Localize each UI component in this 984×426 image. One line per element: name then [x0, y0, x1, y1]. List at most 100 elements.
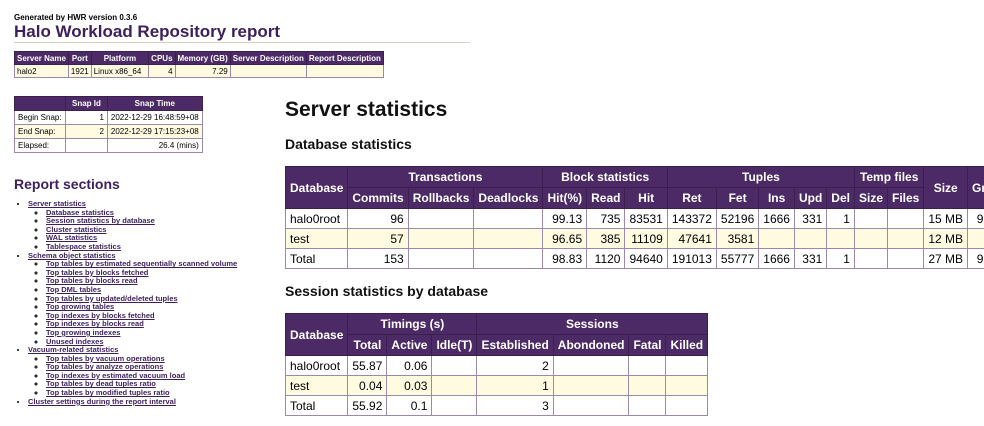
- server-info-header-row: Server Name Port Platform CPUs Memory (G…: [14, 51, 384, 65]
- session-value-cell: 0.04: [347, 375, 388, 396]
- db-value-cell: 331: [793, 208, 828, 229]
- th-sessions: Sessions: [476, 313, 709, 335]
- db-value-cell: 27 MB: [923, 248, 969, 269]
- snap-label: End Snap:: [14, 124, 66, 139]
- db-sub-header: Ret: [666, 187, 717, 209]
- session-sub-header: Abondoned: [552, 334, 630, 356]
- database-statistics-table: Database Transactions Block statistics T…: [284, 166, 984, 269]
- session-value-cell: 55.92: [347, 395, 388, 416]
- cpus-cell: 4: [148, 64, 176, 78]
- db-value-cell: 143372: [666, 208, 717, 229]
- snap-table: Snap Id Snap Time Begin Snap: 1 2022-12-…: [14, 96, 203, 153]
- session-statistics-heading: Session statistics by database: [285, 283, 489, 299]
- session-value-cell: 1: [476, 375, 554, 396]
- session-statistics-table: Database Timings (s) Sessions Total Activ…: [284, 313, 709, 416]
- th-report-description: Report Description: [305, 51, 384, 65]
- db-value-cell: 96: [347, 208, 409, 229]
- session-table-row: Total 55.92 0.1 3: [284, 395, 709, 416]
- report-title: Halo Workload Repository report: [14, 22, 281, 41]
- db-value-cell: 98.83: [542, 248, 588, 269]
- snap-row: End Snap: 2 2022-12-29 17:15:23+08: [14, 124, 203, 139]
- db-sub-header: Fet: [715, 187, 760, 209]
- db-value-cell: [886, 208, 925, 229]
- db-value-cell: 94640: [624, 248, 668, 269]
- server-info-table: Server Name Port Platform CPUs Memory (G…: [14, 51, 384, 78]
- db-value-cell: [826, 228, 855, 249]
- th-database: Database: [284, 166, 349, 209]
- db-value-cell: 1120: [586, 248, 626, 269]
- session-sub-header: Total: [347, 334, 388, 356]
- session-value-cell: 3: [476, 395, 554, 416]
- th-timings: Timings (s): [347, 313, 478, 335]
- session-value-cell: 2: [476, 355, 554, 376]
- report-section-group: Cluster settings during the report inter…: [28, 397, 237, 407]
- session-table-body: halo0root 55.87 0.06 2 test 0.04 0.03 1 Total 55.…: [284, 355, 709, 416]
- report-section-group: Vacuum-related statisticsTop tables by v…: [28, 345, 237, 398]
- database-statistics-heading: Database statistics: [285, 136, 412, 152]
- db-name-cell: halo0root: [284, 208, 349, 229]
- server-name-cell: halo2: [14, 64, 69, 78]
- session-value-cell: [628, 375, 667, 396]
- db-sub-header-row: Commits Rollbacks Deadlocks Hit(%) Read Hit Re…: [286, 187, 984, 209]
- db-value-cell: 55777: [715, 248, 760, 269]
- db-sub-header: Commits: [347, 187, 409, 209]
- db-value-cell: [407, 248, 475, 269]
- db-value-cell: 1666: [758, 208, 795, 229]
- th-temp-files: Temp files: [853, 166, 925, 188]
- db-value-cell: [407, 228, 475, 249]
- memory-cell: 7.29: [174, 64, 231, 78]
- session-db-cell: halo0root: [284, 355, 349, 376]
- session-sub-header: Killed: [665, 334, 709, 356]
- snap-time: 26.4 (mins): [106, 138, 203, 153]
- snap-row: Elapsed: 26.4 (mins): [14, 138, 203, 153]
- db-value-cell: [473, 208, 544, 229]
- session-value-cell: [431, 355, 478, 376]
- db-sub-header: Read: [586, 187, 626, 209]
- db-name-cell: test: [284, 228, 349, 249]
- session-sub-header: Established: [476, 334, 554, 356]
- session-value-cell: [665, 395, 709, 416]
- db-sub-header: Size: [853, 187, 889, 209]
- generated-by-text: Generated by HWR version 0.3.6: [14, 13, 138, 22]
- session-sub-header: Fatal: [628, 334, 667, 356]
- session-group-header-row: Database Timings (s) Sessions: [284, 313, 709, 356]
- db-table-body: halo0root 96 99.13 735 83531 143372 52196 1666 3…: [284, 208, 984, 269]
- server-description-cell: [229, 64, 307, 78]
- session-value-cell: [431, 395, 478, 416]
- report-section-group: Server statisticsDatabase statisticsSess…: [28, 199, 237, 252]
- db-value-cell: 83531: [624, 208, 668, 229]
- server-info-row: halo2 1921 Linux x86_64 4 7.29: [14, 64, 384, 78]
- db-value-cell: [886, 228, 925, 249]
- th-block-statistics: Block statistics: [542, 166, 668, 188]
- session-value-cell: 0.03: [386, 375, 433, 396]
- session-table-row: test 0.04 0.03 1: [284, 375, 709, 396]
- snap-header-row: Snap Id Snap Time: [14, 96, 203, 111]
- platform-cell: Linux x86_64: [90, 64, 150, 78]
- db-value-cell: 57: [347, 228, 409, 249]
- th-snap-time: Snap Time: [106, 96, 203, 111]
- report-description-cell: [305, 64, 384, 78]
- session-value-cell: [665, 355, 709, 376]
- db-sub-header: Rollbacks: [407, 187, 475, 209]
- report-subsection-list: Top tables by vacuum operationsTop table…: [28, 354, 237, 398]
- title-divider: [14, 42, 470, 43]
- session-db-cell: test: [284, 375, 349, 396]
- db-value-cell: [473, 248, 544, 269]
- db-value-cell: 11109: [624, 228, 668, 249]
- report-section-link[interactable]: Cluster settings during the report inter…: [28, 397, 176, 406]
- db-value-cell: 52196: [715, 208, 760, 229]
- session-table-row: halo0root 55.87 0.06 2: [284, 355, 709, 376]
- session-db-cell: Total: [284, 395, 349, 416]
- th-platform: Platform: [90, 51, 150, 65]
- th-memory: Memory (GB): [174, 51, 231, 65]
- db-value-cell: 385: [586, 228, 626, 249]
- db-sub-header: Del: [826, 187, 855, 209]
- report-section-group: Schema object statisticsTop tables by es…: [28, 251, 237, 347]
- db-value-cell: [886, 248, 925, 269]
- db-value-cell: 12 MB: [923, 228, 969, 249]
- db-sub-header: Ins: [758, 187, 795, 209]
- db-value-cell: 1: [826, 208, 855, 229]
- th-port: Port: [67, 51, 92, 65]
- db-sub-header: Deadlocks: [473, 187, 544, 209]
- report-sections-title: Report sections: [14, 176, 120, 192]
